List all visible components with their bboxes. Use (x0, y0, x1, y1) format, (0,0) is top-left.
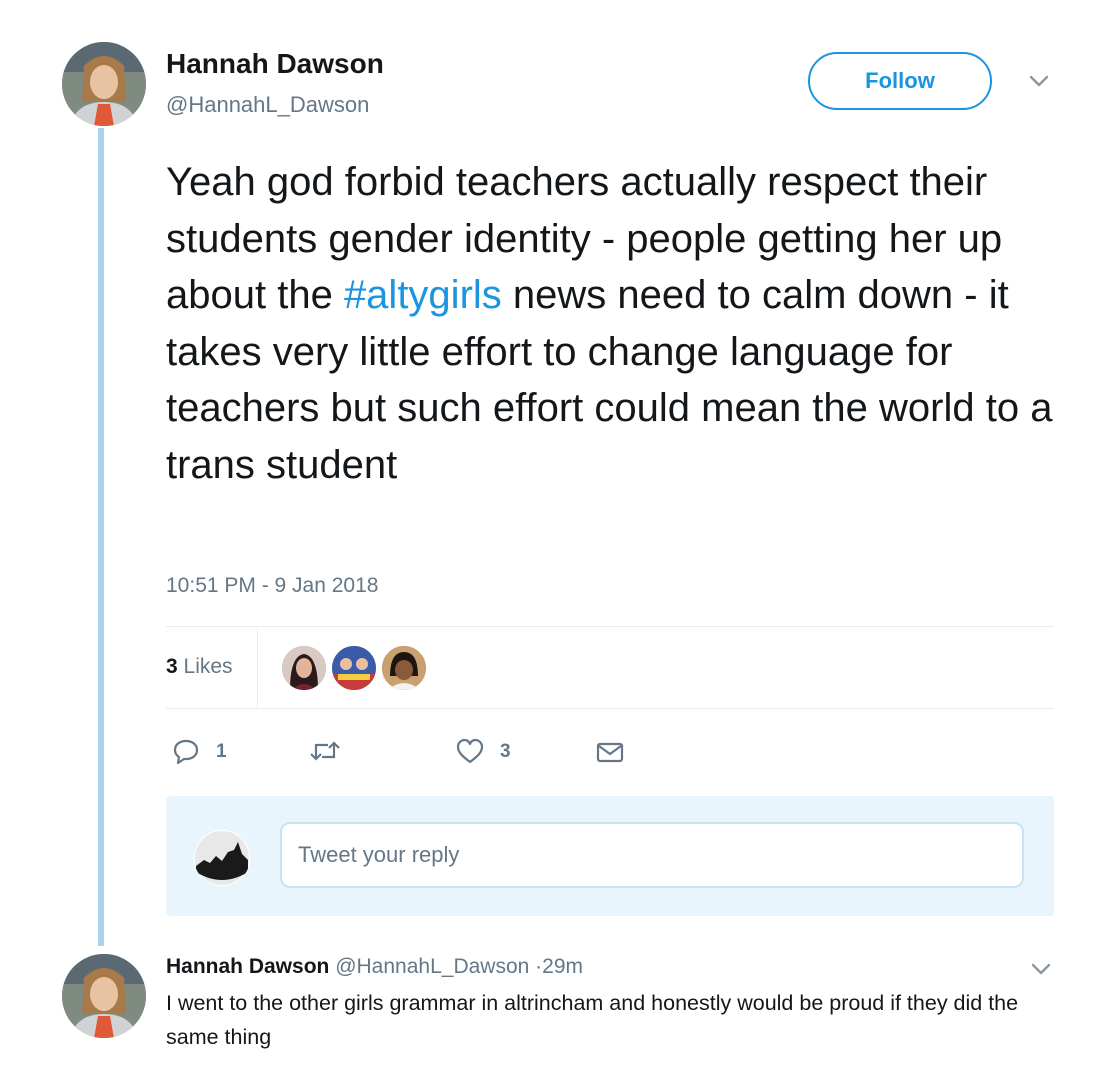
retweet-icon[interactable] (308, 737, 342, 765)
tweet-text: Yeah god forbid teachers actually respec… (166, 154, 1066, 493)
reply-author-name[interactable]: Hannah Dawson (166, 955, 329, 978)
reply-time[interactable]: ·29m (535, 955, 583, 978)
thread-line (98, 128, 104, 946)
reply-header: Hannah Dawson @HannahL_Dawson ·29m (166, 955, 583, 979)
liker-avatar[interactable] (280, 644, 328, 692)
reply-text: I went to the other girls grammar in alt… (166, 991, 1019, 1049)
likes-count: 3 (166, 655, 178, 678)
divider (257, 628, 258, 708)
heart-icon[interactable] (455, 737, 485, 765)
chevron-down-icon[interactable] (1030, 962, 1052, 976)
reply-count: 1 (216, 741, 227, 762)
liker-avatar[interactable] (330, 644, 378, 692)
divider (166, 708, 1054, 709)
liker-avatar[interactable] (380, 644, 428, 692)
divider (166, 626, 1054, 627)
reply-input[interactable] (280, 822, 1024, 888)
likes-label: Likes (177, 655, 233, 678)
follow-button[interactable]: Follow (808, 52, 992, 110)
current-user-avatar (194, 830, 250, 886)
user-handle[interactable]: @HannahL_Dawson (166, 92, 369, 118)
reply-icon[interactable] (172, 737, 200, 765)
display-name[interactable]: Hannah Dawson (166, 48, 384, 80)
avatar[interactable] (62, 954, 146, 1038)
hashtag-link[interactable]: #altygirls (344, 273, 502, 317)
tweet-timestamp[interactable]: 10:51 PM - 9 Jan 2018 (166, 574, 378, 598)
likes-stat[interactable]: 3 Likes (166, 655, 233, 679)
chevron-down-icon[interactable] (1028, 74, 1050, 88)
reply-author-handle[interactable]: @HannahL_Dawson (335, 955, 529, 978)
envelope-icon[interactable] (595, 738, 625, 766)
like-count: 3 (500, 741, 511, 762)
avatar[interactable] (62, 42, 146, 126)
